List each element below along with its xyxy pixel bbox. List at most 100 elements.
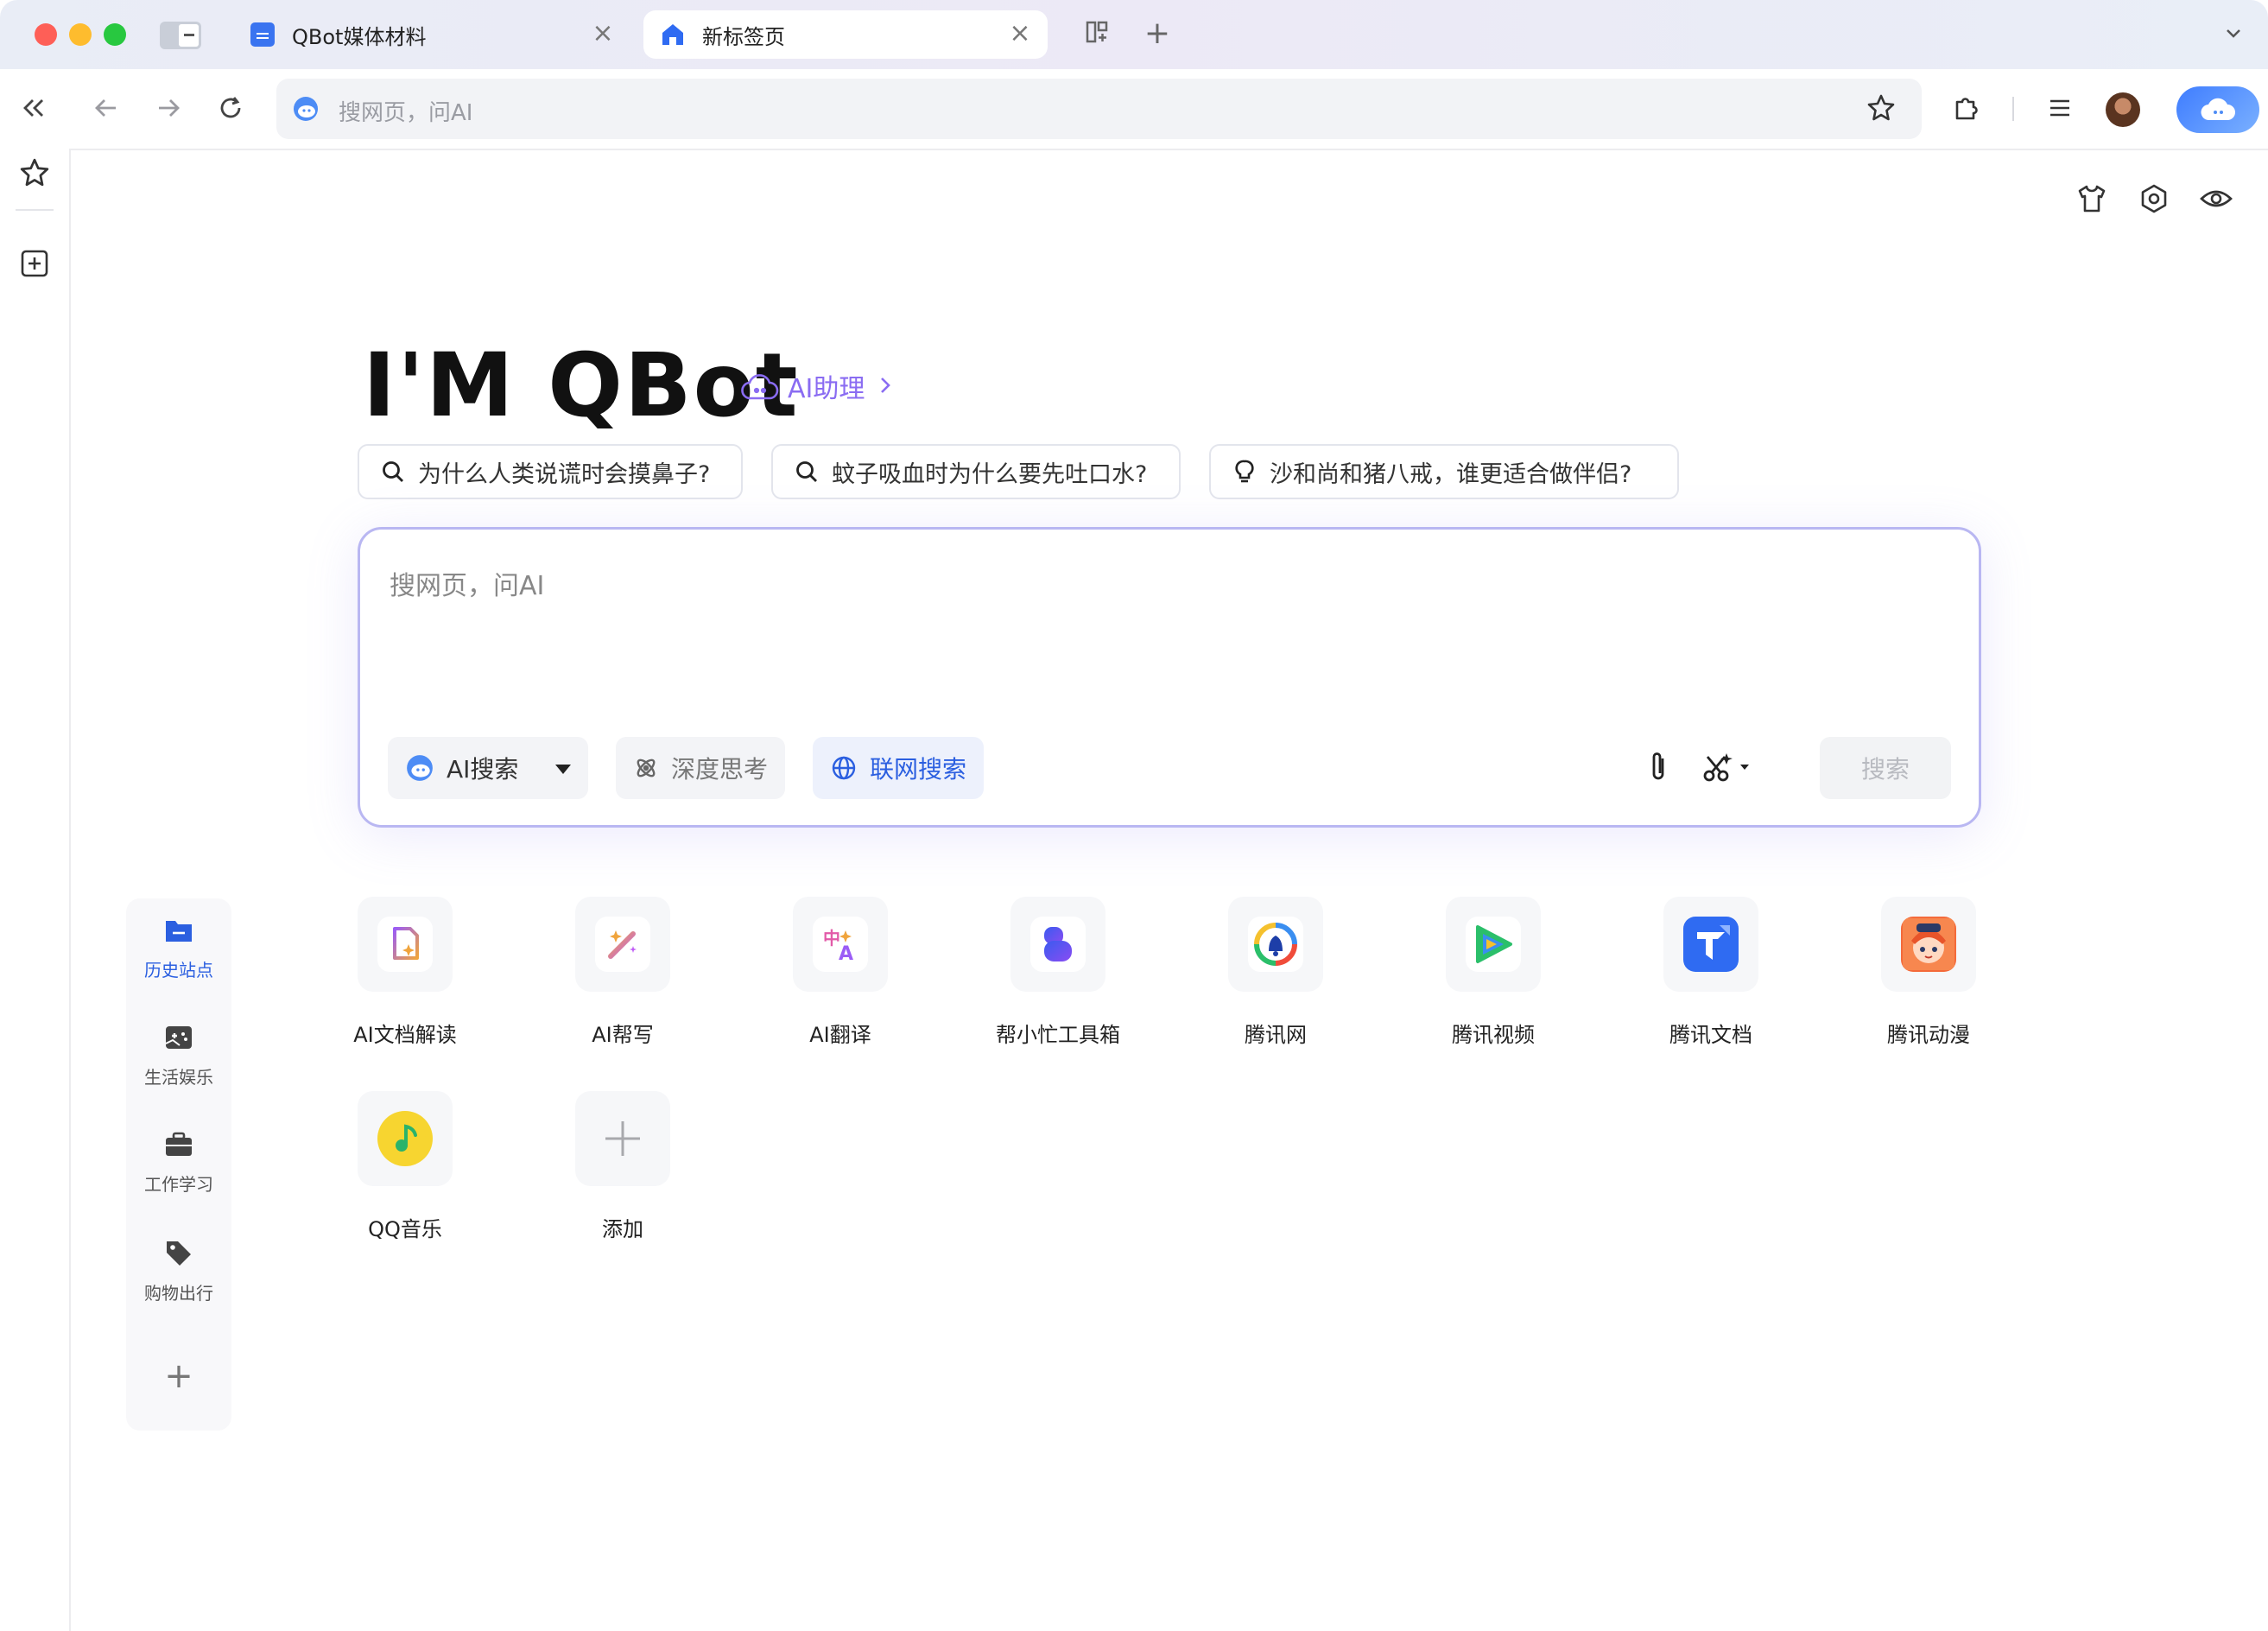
- app-tile-add[interactable]: 添加: [541, 1091, 705, 1242]
- search-icon: [796, 461, 817, 482]
- suggestion-text: 沙和尚和猪八戒，谁更适合做伴侣?: [1270, 460, 1632, 488]
- browser-window: QBot媒体材料 × 新标签页 × + 搜网页，问AI I'M QBot AI助…: [0, 0, 2268, 1631]
- content-divider: [69, 149, 71, 1631]
- category-shopping[interactable]: 购物出行: [126, 1239, 231, 1304]
- app-tile-tencent-video[interactable]: 腾讯视频: [1411, 897, 1575, 1048]
- category-work-study[interactable]: 工作学习: [126, 1132, 231, 1196]
- address-placeholder: 搜网页，问AI: [339, 100, 473, 126]
- tencent-news-icon: [1248, 917, 1303, 972]
- skin-shirt-icon[interactable]: [2076, 183, 2107, 218]
- search-submit-button[interactable]: 搜索: [1820, 737, 1951, 799]
- search-input[interactable]: 搜网页，问AI: [390, 564, 544, 602]
- suggestion-chip[interactable]: 为什么人类说谎时会摸鼻子?: [358, 444, 743, 499]
- minimize-window-button[interactable]: [69, 23, 92, 46]
- app-label: AI帮写: [592, 1023, 654, 1047]
- search-box[interactable]: 搜网页，问AI AI搜索 深度思考 联网搜索 搜索: [358, 527, 1981, 828]
- forward-arrow-icon[interactable]: [147, 86, 190, 130]
- qq-music-icon: [377, 1111, 433, 1166]
- ai-assistant-label: AI助理: [788, 374, 865, 404]
- tab-new-tab[interactable]: 新标签页 ×: [643, 10, 1048, 59]
- gamepad-icon: [126, 1025, 231, 1055]
- bookmark-star-icon[interactable]: [1866, 93, 1896, 126]
- collapse-sidebar-icon[interactable]: [12, 86, 55, 130]
- caret-down-icon: [555, 765, 571, 774]
- chevron-down-icon[interactable]: [2218, 19, 2249, 50]
- app-tile-ai-translate[interactable]: 中A AI翻译: [758, 897, 922, 1048]
- app-tile-toolbox[interactable]: 帮小忙工具箱: [976, 897, 1140, 1048]
- tab-strip: QBot媒体材料 × 新标签页 × +: [0, 0, 2268, 69]
- app-label: 腾讯动漫: [1887, 1023, 1970, 1047]
- app-label: 腾讯视频: [1452, 1023, 1535, 1047]
- category-panel: 历史站点 生活娱乐 工作学习 购物出行 +: [126, 898, 231, 1431]
- doc-icon: [250, 22, 275, 47]
- ai-cloud-icon: [741, 374, 779, 400]
- add-category-plus-icon[interactable]: +: [126, 1356, 231, 1396]
- ai-assistant-link[interactable]: AI助理: [741, 367, 892, 405]
- category-history[interactable]: 历史站点: [126, 917, 231, 981]
- settings-hexagon-icon[interactable]: [2138, 183, 2170, 218]
- reload-icon[interactable]: [209, 86, 252, 130]
- toolbar-divider: [2012, 97, 2014, 121]
- app-label: 添加: [602, 1217, 643, 1241]
- content-divider-top: [69, 149, 2268, 150]
- sidebar-toggle-icon[interactable]: [160, 22, 201, 49]
- app-tile-ai-doc[interactable]: AI文档解读: [323, 897, 487, 1048]
- tab-qbot-media[interactable]: QBot媒体材料 ×: [233, 10, 630, 59]
- screenshot-scissors-icon[interactable]: [1701, 750, 1756, 788]
- add-panel-icon[interactable]: [20, 249, 49, 282]
- app-label: 帮小忙工具箱: [996, 1023, 1120, 1047]
- app-tile-ai-write[interactable]: AI帮写: [541, 897, 705, 1048]
- app-tile-tencent-docs[interactable]: 腾讯文档: [1629, 897, 1793, 1048]
- chevron-right-icon: [878, 371, 892, 402]
- maximize-window-button[interactable]: [104, 23, 126, 46]
- globe-icon: [832, 756, 856, 780]
- close-tab-icon[interactable]: ×: [591, 21, 615, 47]
- suggestion-chip[interactable]: 蚊子吸血时为什么要先吐口水?: [771, 444, 1181, 499]
- address-bar[interactable]: 搜网页，问AI: [276, 79, 1922, 139]
- avatar[interactable]: [2106, 92, 2140, 127]
- deep-thinking-toggle[interactable]: 深度思考: [616, 737, 786, 799]
- tencent-docs-icon: [1683, 917, 1739, 972]
- qbot-cloud-icon: [407, 755, 433, 781]
- svg-text:中: 中: [823, 928, 840, 949]
- suggestion-chip[interactable]: 沙和尚和猪八戒，谁更适合做伴侣?: [1209, 444, 1679, 499]
- eye-icon[interactable]: [2199, 183, 2233, 218]
- app-label: AI文档解读: [353, 1023, 457, 1047]
- rail-divider: [16, 209, 54, 211]
- qbot-cloud-button[interactable]: [2176, 86, 2259, 133]
- suggestion-text: 蚊子吸血时为什么要先吐口水?: [832, 460, 1148, 488]
- category-entertainment[interactable]: 生活娱乐: [126, 1025, 231, 1088]
- menu-icon[interactable]: [2038, 86, 2081, 130]
- close-window-button[interactable]: [35, 23, 57, 46]
- category-label: 历史站点: [144, 960, 213, 981]
- app-label: 腾讯文档: [1669, 1023, 1752, 1047]
- tab-label: QBot媒体材料: [292, 24, 427, 49]
- plus-icon: [575, 1091, 670, 1186]
- tag-icon: [126, 1239, 231, 1271]
- toolbox-icon: [1030, 917, 1086, 972]
- app-tile-tencent-news[interactable]: 腾讯网: [1194, 897, 1358, 1048]
- ai-search-mode-label: AI搜索: [447, 755, 519, 784]
- app-label: AI翻译: [809, 1023, 871, 1047]
- search-icon: [383, 461, 403, 482]
- favorites-star-icon[interactable]: [19, 157, 50, 192]
- attachment-clip-icon[interactable]: [1644, 750, 1673, 788]
- ai-translate-icon: 中A: [813, 917, 868, 972]
- atom-icon: [637, 758, 656, 777]
- close-tab-icon[interactable]: ×: [1008, 21, 1032, 47]
- category-label: 工作学习: [144, 1174, 213, 1195]
- extensions-puzzle-icon[interactable]: [1945, 86, 1988, 130]
- tab-grid-icon[interactable]: [1081, 19, 1112, 50]
- toolbar: 搜网页，问AI: [0, 69, 2268, 149]
- side-rail: [0, 149, 69, 1631]
- tab-label: 新标签页: [702, 24, 785, 49]
- new-tab-plus-icon[interactable]: +: [1142, 18, 1173, 50]
- web-search-toggle[interactable]: 联网搜索: [813, 737, 985, 799]
- back-arrow-icon[interactable]: [85, 86, 128, 130]
- ai-search-mode-select[interactable]: AI搜索: [388, 737, 588, 799]
- app-tile-qq-music[interactable]: QQ音乐: [323, 1091, 487, 1242]
- app-tile-tencent-comic[interactable]: 腾讯动漫: [1847, 897, 2011, 1048]
- briefcase-icon: [126, 1132, 231, 1162]
- suggestion-text: 为什么人类说谎时会摸鼻子?: [418, 460, 711, 488]
- ai-doc-icon: [377, 917, 433, 972]
